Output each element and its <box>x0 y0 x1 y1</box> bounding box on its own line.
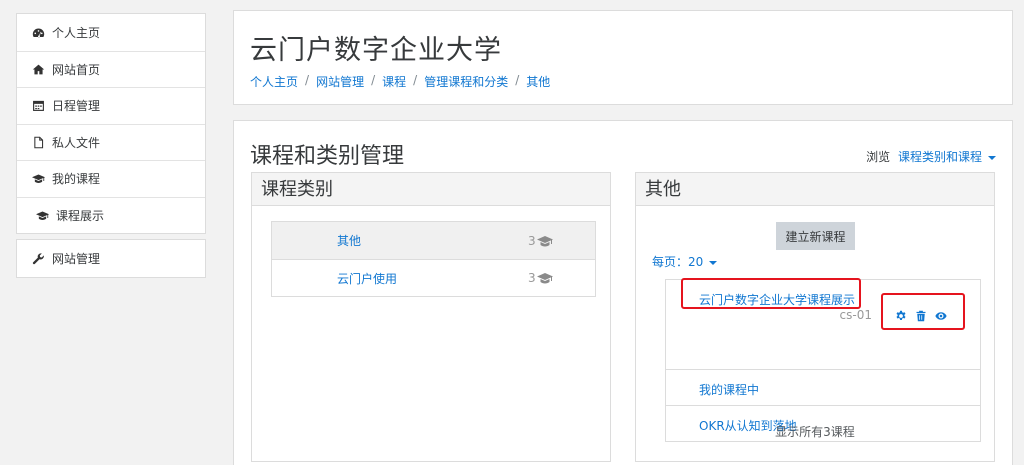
sidebar-item-label: 我的课程 <box>52 172 101 187</box>
breadcrumb: 个人主页 / 网站管理 / 课程 / 管理课程和分类 / 其他 <box>250 73 550 90</box>
course-count: 3 <box>528 271 553 285</box>
file-icon <box>31 135 45 149</box>
list-item[interactable]: 云门户使用 3 <box>272 259 595 296</box>
breadcrumb-separator: / <box>413 73 418 87</box>
wrench-icon <box>31 251 45 265</box>
graduation-cap-icon <box>536 235 553 246</box>
per-page-select[interactable]: 每页：20 <box>652 253 718 270</box>
course-count-value: 3 <box>528 271 536 285</box>
view-mode-select[interactable]: 浏览 课程类别和课程 <box>866 148 996 165</box>
breadcrumb-dashboard[interactable]: 个人主页 <box>250 73 298 90</box>
graduation-cap-icon <box>35 208 49 222</box>
per-page-value[interactable]: 20 <box>688 255 703 269</box>
sidebar-item-my-courses[interactable]: 我的课程 <box>17 160 205 197</box>
view-mode-value[interactable]: 课程类别和课程 <box>898 150 982 164</box>
breadcrumb-current-category[interactable]: 其他 <box>526 73 550 90</box>
highlight-course-actions <box>881 293 965 330</box>
sidebar-item-calendar[interactable]: 日程管理 <box>17 87 205 124</box>
course-name[interactable]: 我的课程中 <box>699 381 759 398</box>
course-panel-title: 其他 <box>636 173 994 206</box>
chevron-down-icon <box>988 155 996 160</box>
calendar-icon <box>31 99 45 113</box>
breadcrumb-site-admin[interactable]: 网站管理 <box>316 73 364 90</box>
list-item[interactable]: 其他 3 <box>272 222 595 259</box>
page-header: 云门户数字企业大学 个人主页 / 网站管理 / 课程 / 管理课程和分类 / 其… <box>233 10 1013 105</box>
sidebar-item-site-home[interactable]: 网站首页 <box>17 50 205 88</box>
breadcrumb-manage-courses[interactable]: 管理课程和分类 <box>424 73 508 90</box>
site-title: 云门户数字企业大学 <box>250 35 502 66</box>
page-title: 课程和类别管理 <box>250 144 405 169</box>
home-icon <box>31 62 45 76</box>
category-name[interactable]: 云门户使用 <box>337 270 397 287</box>
sidebar-item-site-admin[interactable]: 网站管理 <box>17 240 205 277</box>
sidebar-item-label: 网站首页 <box>52 62 101 77</box>
breadcrumb-courses[interactable]: 课程 <box>382 73 406 90</box>
view-mode-label: 浏览 <box>866 150 891 164</box>
list-item[interactable]: 我的课程中 <box>666 369 980 405</box>
category-list: 其他 3 云门户使用 3 <box>271 221 596 297</box>
chevron-down-icon <box>709 260 718 265</box>
sidebar-main-group: 个人主页 网站首页 日程管理 私人文件 我的课程 课程展示 <box>16 13 206 234</box>
sidebar-admin-group: 网站管理 <box>16 239 206 278</box>
course-count-value: 3 <box>528 233 536 248</box>
sidebar-item-dashboard[interactable]: 个人主页 <box>17 14 205 51</box>
category-listing-panel: 课程类别 其他 3 云门户使用 3 <box>251 172 611 462</box>
graduation-cap-icon <box>31 172 45 186</box>
graduation-cap-icon <box>536 273 553 284</box>
sidebar-item-course-showcase[interactable]: 课程展示 <box>17 196 205 234</box>
highlight-course-name <box>681 278 861 309</box>
sidebar-item-label: 日程管理 <box>52 99 101 114</box>
sidebar-item-label: 网站管理 <box>52 251 101 266</box>
category-panel-title: 课程类别 <box>252 173 610 206</box>
sidebar-item-label: 私人文件 <box>52 135 101 150</box>
sidebar-item-label: 课程展示 <box>56 208 105 223</box>
sidebar-item-private-files[interactable]: 私人文件 <box>17 123 205 161</box>
category-name[interactable]: 其他 <box>337 232 361 249</box>
breadcrumb-separator: / <box>305 73 310 87</box>
dashboard-icon <box>31 25 45 39</box>
breadcrumb-separator: / <box>515 73 520 87</box>
course-count: 3 <box>528 234 553 248</box>
per-page-label: 每页： <box>652 255 689 269</box>
sidebar: 个人主页 网站首页 日程管理 私人文件 我的课程 课程展示 网站管理 <box>16 13 206 278</box>
breadcrumb-separator: / <box>371 73 376 87</box>
create-course-button[interactable]: 建立新课程 <box>776 222 855 250</box>
course-idnumber: cs-01 <box>839 308 872 322</box>
sidebar-item-label: 个人主页 <box>52 25 101 40</box>
show-all-courses-text: 显示所有3课程 <box>775 425 855 439</box>
